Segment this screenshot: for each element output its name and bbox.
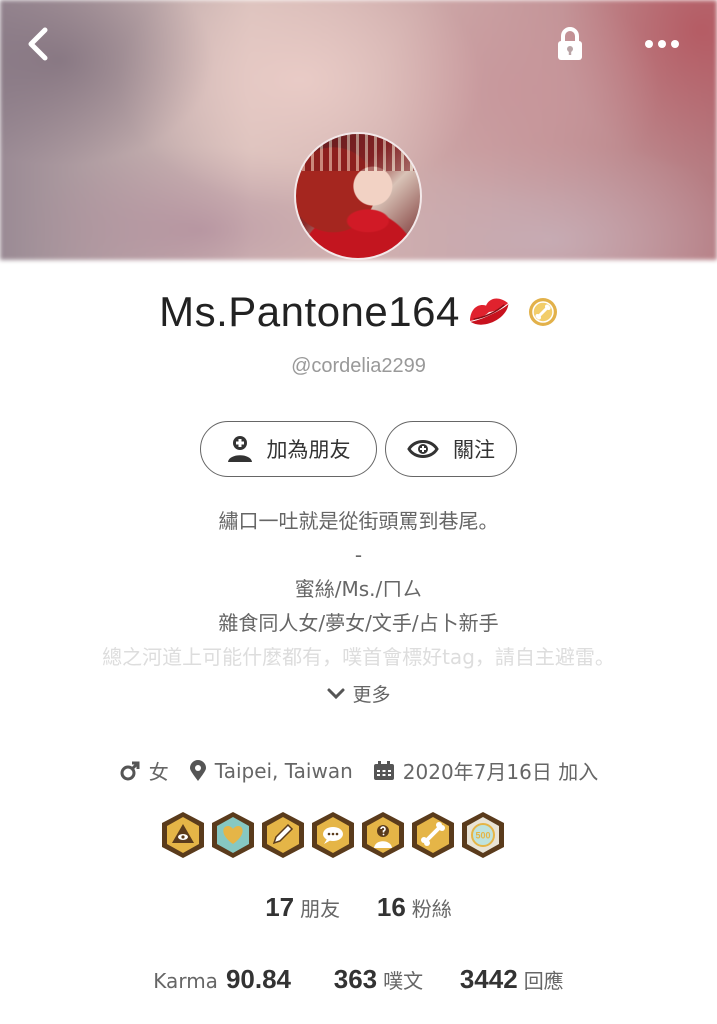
badge-list: 500 [160, 810, 510, 860]
bio-line: - [354, 543, 363, 567]
follow-label: 關注 [453, 438, 495, 462]
fans-stat[interactable]: 16 粉絲 [377, 892, 452, 922]
lips-emoji-icon [469, 298, 509, 325]
eye-badge-icon[interactable] [160, 810, 206, 860]
500-badge-icon[interactable]: 500 [460, 810, 506, 860]
chevron-down-icon [327, 688, 345, 699]
location-pin-icon [189, 759, 206, 781]
back-button[interactable] [16, 22, 60, 66]
bone-badge-icon[interactable] [410, 810, 456, 860]
location-label: Taipei, Taiwan [214, 758, 353, 783]
friends-stat[interactable]: 17 朋友 [265, 892, 346, 922]
heart-badge-icon[interactable] [210, 810, 256, 860]
add-friend-button[interactable]: 加為朋友 [200, 421, 377, 477]
gender-item: 女 [119, 756, 169, 785]
bio-line-faded: 總之河道上可能什麼都有，噗首會標好tag，請自主避雷。 [102, 645, 615, 669]
eye-icon [407, 440, 439, 458]
profile-info: 女 Taipei, Taiwan 2020年7月16日 加入 [0, 756, 717, 785]
500-badge-text: 500 [475, 831, 490, 841]
karma-value: 90.84 [225, 964, 292, 994]
fans-label: 粉絲 [411, 897, 452, 921]
plurks-count: 363 [333, 964, 378, 994]
bio-line: 雜食同人女/夢女/文手/占卜新手 [218, 611, 499, 635]
fans-count: 16 [376, 892, 406, 922]
question-badge-icon[interactable] [360, 810, 406, 860]
follow-button[interactable]: 關注 [385, 421, 517, 477]
gender-icon [120, 761, 140, 780]
joined-item: 2020年7月16日 加入 [373, 756, 598, 785]
pencil-badge-icon[interactable] [260, 810, 306, 860]
add-friend-label: 加為朋友 [266, 438, 351, 462]
calendar-icon [373, 760, 394, 780]
plurks-label: 噗文 [383, 969, 424, 993]
name-row: Ms.Pantone164 [0, 288, 717, 336]
bio: 繡口一吐就是從街頭罵到巷尾。 - 蜜絲/Ms./ㄇㄙ 雜食同人女/夢女/文手/占… [0, 504, 717, 674]
more-dots-icon [645, 40, 679, 48]
bio-line: 繡口一吐就是從街頭罵到巷尾。 [218, 509, 499, 533]
show-more-link[interactable]: 更多 [0, 680, 717, 707]
joined-label: 2020年7月16日 加入 [402, 760, 599, 784]
responses-label: 回應 [523, 969, 564, 993]
friends-label: 朋友 [300, 897, 341, 921]
karma-badge-icon [528, 298, 557, 326]
karma-label: Karma [153, 969, 218, 993]
lock-button[interactable] [548, 22, 592, 66]
avatar[interactable] [294, 132, 422, 260]
add-user-icon [227, 436, 252, 462]
responses-count: 3442 [459, 964, 518, 994]
gender-label: 女 [148, 760, 169, 784]
bio-line: 蜜絲/Ms./ㄇㄙ [294, 577, 423, 601]
chat-badge-icon[interactable] [310, 810, 356, 860]
social-stats: 17 朋友 16 粉絲 [0, 892, 717, 923]
username-handle: @cordelia2299 [291, 355, 426, 377]
lock-icon [558, 27, 582, 60]
location-item: Taipei, Taiwan [189, 759, 353, 783]
show-more-label: 更多 [352, 684, 391, 706]
more-options-button[interactable] [640, 22, 684, 66]
display-name: Ms.Pantone164 [159, 288, 460, 335]
chevron-left-icon [28, 27, 48, 61]
friends-count: 17 [265, 892, 295, 922]
activity-stats: Karma 90.84 363 噗文 3442 回應 [0, 964, 717, 995]
